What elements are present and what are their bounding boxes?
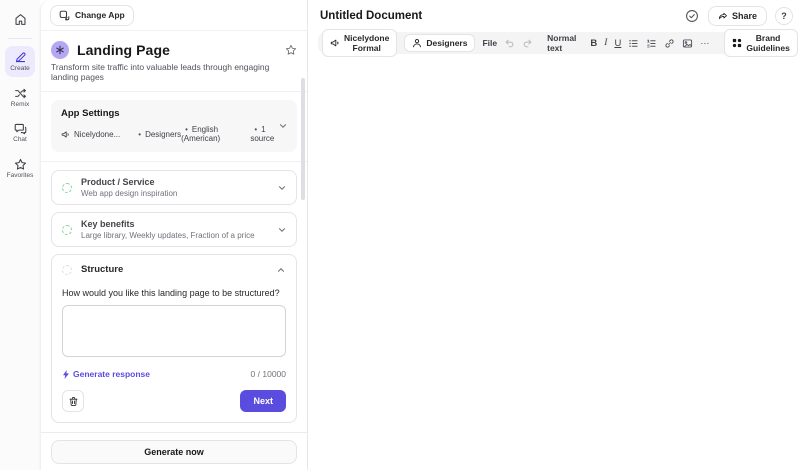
generate-now-button[interactable]: Generate now <box>51 439 297 464</box>
app-switch-icon <box>59 10 70 21</box>
link-icon[interactable] <box>664 38 675 49</box>
generate-response-link[interactable]: Generate response <box>62 369 150 379</box>
app-settings-title: App Settings <box>61 108 120 119</box>
chat-icon <box>14 122 27 135</box>
rail-item-chat[interactable]: Chat <box>5 117 35 148</box>
structure-card: Structure How would you like this landin… <box>51 254 297 423</box>
generate-response-label: Generate response <box>73 369 151 379</box>
next-button[interactable]: Next <box>240 390 286 412</box>
chevron-up-icon <box>276 265 286 275</box>
rail-item-label: Chat <box>13 136 27 143</box>
more-options-button[interactable]: ⋯ <box>700 38 710 49</box>
help-button[interactable]: ? <box>775 7 793 25</box>
image-icon[interactable] <box>682 38 693 49</box>
panel-header: Change App <box>41 0 307 31</box>
lightning-icon <box>62 369 70 379</box>
char-counter: 0 / 10000 <box>250 369 286 379</box>
change-app-label: Change App <box>75 10 125 20</box>
rail-item-home[interactable] <box>5 8 35 30</box>
editor-toolbar: Nicelydone Formal Designers File Normal … <box>318 29 798 57</box>
brand-guidelines-label: Brand Guidelines <box>746 33 790 53</box>
share-button[interactable]: Share <box>707 6 767 26</box>
app-settings-card[interactable]: App Settings Nicelydone... Designers Eng… <box>51 100 297 152</box>
redo-icon[interactable] <box>522 38 533 49</box>
rail-divider <box>8 38 32 39</box>
bold-button[interactable]: B <box>590 38 597 49</box>
change-app-button[interactable]: Change App <box>50 4 134 26</box>
voice-name: Nicelydone... <box>74 129 121 139</box>
step-subtitle: Web app design inspiration <box>81 189 178 198</box>
step-title: Structure <box>81 264 124 275</box>
person-icon <box>412 38 422 48</box>
voice-icon <box>61 130 70 139</box>
app-description: Transform site traffic into valuable lea… <box>51 62 270 82</box>
file-menu[interactable]: File <box>482 38 497 48</box>
paragraph-style-selector[interactable]: Normal text <box>547 33 576 53</box>
step-title: Product / Service <box>81 177 155 187</box>
italic-button[interactable]: I <box>604 38 607 48</box>
brand-pattern-icon <box>732 38 742 48</box>
audience-selector-button[interactable]: Designers <box>404 34 476 52</box>
panel-scrollbar[interactable] <box>301 78 305 200</box>
document-title: Untitled Document <box>320 10 423 22</box>
delete-button[interactable] <box>62 390 84 412</box>
rail-item-label: Favorites <box>6 171 34 179</box>
document-header: Untitled Document Share ? <box>308 0 800 31</box>
pencil-icon <box>14 51 27 64</box>
favorite-star-icon[interactable] <box>285 44 297 56</box>
chevron-down-icon <box>277 225 287 235</box>
home-icon <box>14 13 27 26</box>
brand-guidelines-button[interactable]: Brand Guidelines <box>724 29 798 57</box>
voice-selector-button[interactable]: Nicelydone Formal <box>322 29 398 57</box>
voice-meta: Nicelydone... <box>61 130 120 139</box>
rail-item-create[interactable]: Create <box>5 46 35 77</box>
star-icon <box>14 158 27 171</box>
app-title-row: Landing Page <box>51 41 297 59</box>
key-benefits-card[interactable]: Key benefits Large library, Weekly updat… <box>51 212 297 247</box>
step-status-icon <box>62 224 72 235</box>
rail-item-favorites[interactable]: Favorites <box>5 153 35 184</box>
document-area: Untitled Document Share ? Nicelydone For… <box>308 0 800 470</box>
product-service-card[interactable]: Product / Service Web app design inspira… <box>51 170 297 205</box>
app-settings-meta: Nicelydone... Designers English (America… <box>61 125 287 143</box>
panel-body: Landing Page Transform site traffic into… <box>41 31 307 470</box>
generate-row: Generate response 0 / 10000 <box>62 369 286 379</box>
shuffle-icon <box>14 87 27 100</box>
panel-footer: Generate now <box>41 432 307 470</box>
bullet-list-icon[interactable] <box>628 38 639 49</box>
step-title: Key benefits <box>81 219 135 229</box>
structure-header[interactable]: Structure <box>62 264 286 275</box>
voice-icon <box>330 38 340 48</box>
undo-icon[interactable] <box>504 38 515 49</box>
share-icon <box>718 11 728 21</box>
landing-page-app-icon <box>51 41 69 59</box>
chevron-down-icon <box>277 183 287 193</box>
divider <box>41 91 307 92</box>
step-status-icon <box>62 182 72 193</box>
trash-icon <box>68 396 79 407</box>
page-title: Landing Page <box>77 42 170 58</box>
rail-item-remix[interactable]: Remix <box>5 82 35 113</box>
document-canvas[interactable] <box>308 54 800 454</box>
meta-language: English (American) <box>181 125 250 143</box>
rail-item-label: Create <box>10 65 30 72</box>
left-rail: Create Remix Chat Favorites <box>0 0 40 470</box>
audience-selector-label: Designers <box>426 38 468 48</box>
rail-item-label: Remix <box>10 100 30 108</box>
chevron-down-icon <box>278 121 288 131</box>
structure-question: How would you like this landing page to … <box>62 288 280 298</box>
ordered-list-icon[interactable] <box>646 38 657 49</box>
structure-input[interactable] <box>62 305 286 357</box>
voice-selector-label: Nicelydone Formal <box>344 33 390 53</box>
step-subtitle: Large library, Weekly updates, Fraction … <box>81 231 255 240</box>
share-label: Share <box>731 11 757 21</box>
saved-check-icon <box>685 9 699 23</box>
structure-actions: Next <box>62 390 286 412</box>
meta-audience: Designers <box>134 130 181 139</box>
app-panel: Change App Landing Page Transform site t… <box>40 0 308 470</box>
underline-button[interactable]: U <box>614 38 621 49</box>
step-status-icon <box>62 264 72 275</box>
